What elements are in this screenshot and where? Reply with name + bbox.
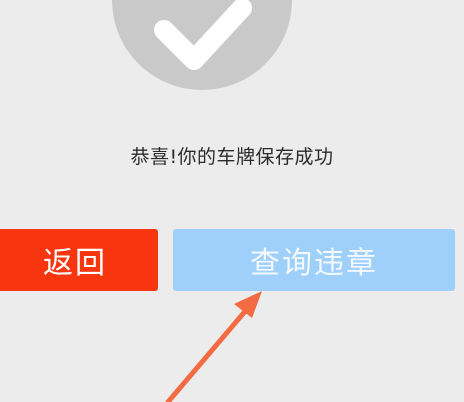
checkmark-icon xyxy=(154,0,252,70)
check-circle-icon xyxy=(112,0,292,90)
back-button[interactable]: 返回 xyxy=(0,229,158,291)
success-message: 恭喜!你的车牌保存成功 xyxy=(130,146,334,168)
query-violations-button[interactable]: 查询违章 xyxy=(173,229,455,291)
